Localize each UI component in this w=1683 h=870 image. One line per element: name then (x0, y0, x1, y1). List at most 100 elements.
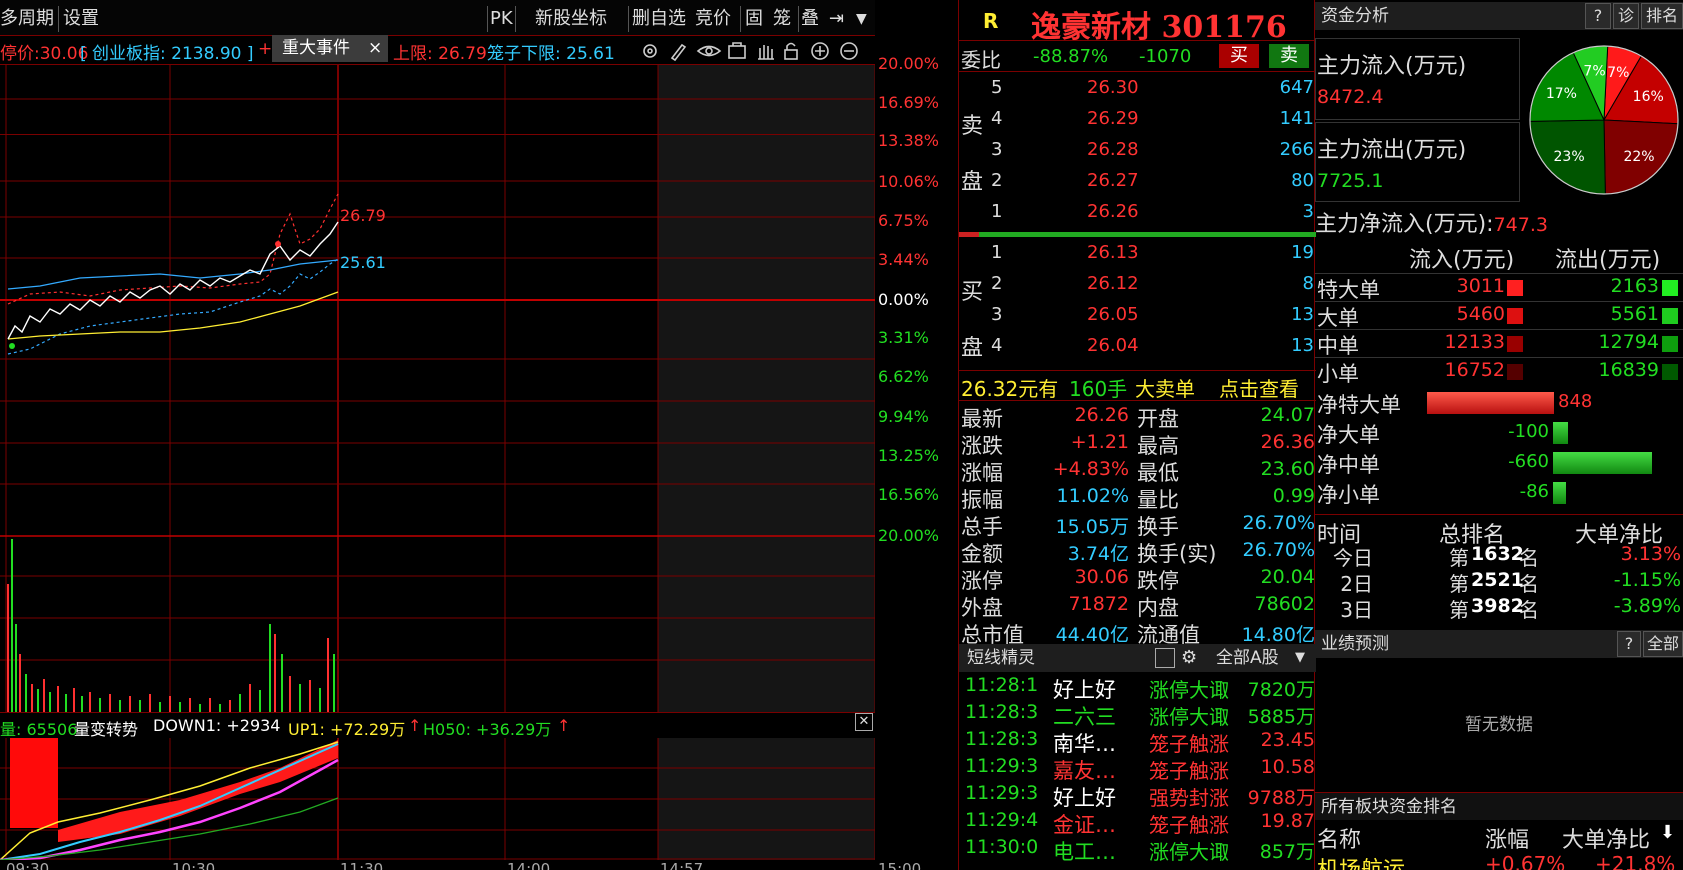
stat-value: +1.21 (1070, 431, 1129, 453)
sort-down-icon[interactable]: ⬇ (1660, 822, 1675, 843)
index-label[interactable]: [ 创业板指: 2138.90 ] (80, 39, 254, 64)
fund-title: 资金分析 (1321, 6, 1389, 26)
axis-pct: 6.62% (878, 367, 929, 386)
level-num: 4 (991, 108, 1003, 129)
add-event-icon[interactable]: + (258, 39, 272, 59)
rank-number: 3982 (1471, 595, 1524, 617)
col-change[interactable]: 涨幅 (1485, 822, 1529, 854)
quote-row: 金额 3.74亿 换手(实) 26.70% (959, 538, 1316, 566)
dropdown-arrow-icon[interactable]: ▼ (856, 6, 867, 32)
chart-toolbar: 多周期 设置 PK 新股坐标 删自选 竞价 固 笼 叠 ⇥ ▼ (0, 0, 875, 36)
flow-label: 小单 (1317, 362, 1359, 386)
window-icon[interactable] (1155, 648, 1175, 668)
gear-icon[interactable] (643, 44, 657, 58)
pen-icon[interactable] (670, 43, 687, 62)
zoom-out-icon[interactable] (840, 42, 858, 60)
event-tab[interactable]: 重大事件 × (272, 35, 388, 62)
ask-vol: 647 (1279, 77, 1314, 98)
ask-vol: 141 (1279, 108, 1314, 129)
spirit-row[interactable]: 11:30:0 电工… 涨停大诹 857万 (959, 836, 1316, 863)
net-bar-label: 净大单 (1317, 423, 1380, 447)
close-icon[interactable]: × (368, 35, 382, 62)
cage-button[interactable]: 笼 (773, 6, 791, 32)
fix-button[interactable]: 固 (745, 6, 763, 32)
flow-label: 特大单 (1317, 278, 1380, 302)
intraday-price-chart[interactable]: 26.79 25.61 (0, 64, 875, 712)
upper-price-tag: 26.79 (340, 206, 386, 225)
rank-row: 今日 第 1632 名 3.13% (1315, 542, 1683, 570)
pin-icon[interactable]: ⇥ (829, 6, 844, 32)
help-button[interactable]: ? (1617, 631, 1641, 657)
spirit-row[interactable]: 11:29:3 好上好 强势封涨 9788万 (959, 782, 1316, 809)
indicator-vol: 量: 65506 (0, 720, 78, 739)
multi-period-button[interactable]: 多周期 (0, 6, 54, 32)
close-icon[interactable]: ✕ (855, 713, 873, 731)
sector-row[interactable]: 机场航运 +0.67% +21.8% (1315, 852, 1683, 870)
indicator-name[interactable]: 量变转势 (74, 716, 138, 740)
chevron-down-icon[interactable]: ▼ (1295, 644, 1305, 672)
flow-in: 3011 (1456, 275, 1505, 297)
net-bar-row: 净小单 -86 (1315, 478, 1683, 508)
eye-icon[interactable] (696, 45, 722, 57)
flow-row: 特大单 3011 2163 (1315, 273, 1683, 302)
flow-in: 5460 (1456, 303, 1505, 325)
net-bar-label: 净小单 (1317, 483, 1380, 507)
stat-label: 涨幅 (961, 461, 1003, 485)
view-big-order-link[interactable]: 点击查看 (1219, 373, 1299, 402)
bid-vol: 19 (1291, 242, 1314, 263)
scope-dropdown[interactable]: 全部A股 (1216, 644, 1279, 672)
pk-button[interactable]: PK (490, 6, 513, 32)
gear-icon[interactable]: ⚙ (1181, 644, 1197, 672)
spirit-stock: 好上好 (1053, 786, 1116, 809)
rank-suffix: 名 (1519, 546, 1539, 570)
axis-pct: 0.00% (878, 290, 929, 309)
spirit-row[interactable]: 11:28:3 二六三 涨停大诹 5885万 (959, 701, 1316, 728)
hand-icon[interactable] (758, 45, 774, 60)
cage-lower-label: 笼子下限: 25.61 (487, 44, 615, 64)
big-order-strip[interactable]: 26.32元有 160手 大卖单 点击查看 (959, 370, 1316, 401)
quote-row: 涨停 30.06 跌停 20.04 (959, 565, 1316, 593)
legend-swatch (1662, 336, 1678, 352)
stat-label: 跌停 (1137, 569, 1179, 593)
delete-watch-button[interactable]: 删自选 (632, 6, 686, 32)
chart-info-bar: 停价:30.06 [ 创业板指: 2138.90 ] + 上限: 26.79 笼… (0, 36, 875, 64)
toolbox-icon[interactable] (728, 42, 746, 59)
new-coord-button[interactable]: 新股坐标 (535, 6, 607, 32)
indicator-chart[interactable] (0, 738, 875, 860)
ask-label: 卖 (961, 114, 984, 139)
all-button[interactable]: 全部 (1643, 631, 1683, 657)
big-order-qty: 160手 (1069, 377, 1128, 401)
settings-button[interactable]: 设置 (63, 6, 99, 32)
overlay-button[interactable]: 叠 (801, 6, 819, 32)
zoom-in-icon[interactable] (811, 42, 829, 60)
auction-button[interactable]: 竞价 (695, 6, 731, 32)
help-button[interactable]: ? (1585, 3, 1611, 29)
flow-out: 12794 (1598, 331, 1659, 353)
spirit-time: 11:29:3 (965, 755, 1039, 777)
lower-price-tag: 25.61 (340, 253, 386, 272)
col-name[interactable]: 名称 (1317, 822, 1361, 854)
net-bar-value: -100 (1508, 421, 1549, 442)
spirit-row[interactable]: 11:29:3 嘉友… 笼子触涨 10.58 (959, 755, 1316, 782)
spirit-row[interactable]: 11:28:3 南华… 笼子触涨 23.45 (959, 728, 1316, 755)
spirit-value: 19.87 (1260, 810, 1315, 832)
quote-row: 总市值 44.40亿 流通值 14.80亿 (959, 619, 1316, 647)
diagnose-button[interactable]: 诊 (1613, 3, 1639, 29)
sell-button[interactable]: 卖 (1269, 44, 1309, 68)
lock-icon[interactable] (784, 42, 798, 60)
stat-label: 量比 (1137, 488, 1179, 512)
net-bar-value: -660 (1508, 451, 1549, 472)
r-badge: R (983, 9, 999, 33)
rank-button[interactable]: 排名 (1641, 3, 1683, 29)
spirit-row[interactable]: 11:29:4 金证… 笼子触涨 19.87 (959, 809, 1316, 836)
col-net-ratio-sort[interactable]: 大单净比 (1562, 822, 1650, 854)
buy-button[interactable]: 买 (1219, 44, 1259, 68)
ask-price: 26.30 (1087, 77, 1139, 98)
net-bar-row: 净特大单 848 (1315, 388, 1683, 418)
sector-title: 所有板块资金排名 (1321, 797, 1457, 817)
stat-value: 3.74亿 (1067, 543, 1129, 565)
stat-label: 最低 (1137, 461, 1179, 485)
net-bars: 净特大单 848 净大单 -100 净中单 -660 净小单 -86 (1315, 388, 1683, 510)
spirit-row[interactable]: 11:28:1 好上好 涨停大诹 7820万 (959, 674, 1316, 701)
ask-vol: 3 (1302, 201, 1314, 222)
